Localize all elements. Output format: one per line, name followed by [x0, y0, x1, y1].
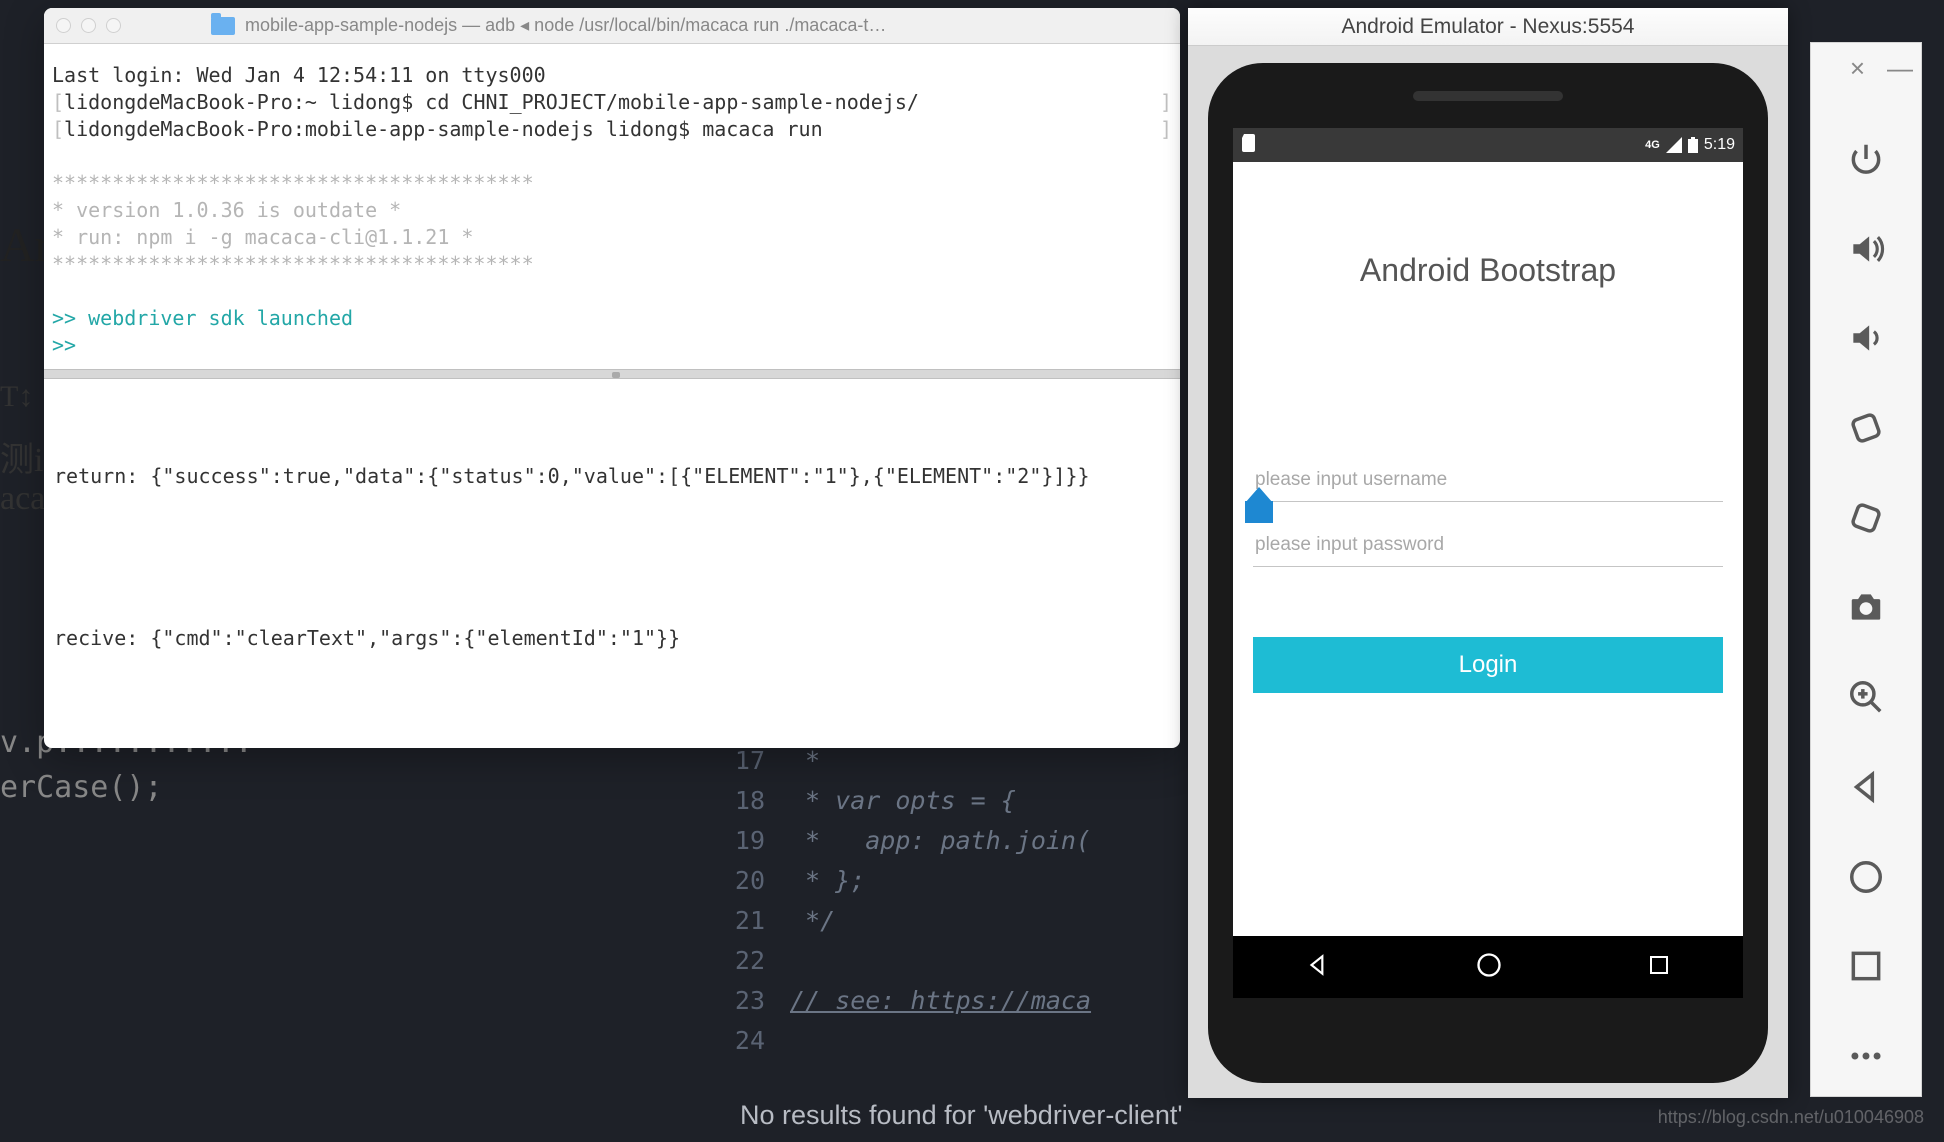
minimize-button[interactable]: [81, 18, 96, 33]
volume-up-icon[interactable]: [1843, 229, 1889, 269]
line-number: 18: [720, 786, 790, 815]
code-line: * var opts = {: [790, 786, 1016, 815]
battery-icon: [1688, 137, 1698, 153]
code-line: // see: https://maca: [790, 986, 1091, 1015]
emulator-toolbar: × —: [1810, 42, 1922, 1097]
emulator-title: Android Emulator - Nexus:5554: [1342, 15, 1635, 39]
bg-text: T↕: [0, 380, 33, 414]
terminal-line: [lidongdeMacBook-Pro:mobile-app-sample-n…: [52, 116, 1172, 143]
emu-home-icon[interactable]: [1843, 857, 1889, 897]
line-number: 24: [720, 1026, 790, 1055]
terminal-line: Last login: Wed Jan 4 12:54:11 on ttys00…: [52, 62, 1172, 89]
terminal-line: ****************************************: [52, 251, 1172, 278]
emulator-window: Android Emulator - Nexus:5554 4G 5:19 An…: [1188, 8, 1788, 1098]
text-cursor-handle[interactable]: [1245, 487, 1277, 527]
maximize-button[interactable]: [106, 18, 121, 33]
network-icon: 4G: [1645, 139, 1660, 151]
app-title: Android Bootstrap: [1253, 252, 1723, 289]
recents-button[interactable]: [1647, 953, 1671, 982]
terminal-pane-bottom[interactable]: return: {"success":true,"data":{"status"…: [44, 379, 1180, 748]
emulator-titlebar[interactable]: Android Emulator - Nexus:5554: [1188, 8, 1788, 46]
phone-speaker: [1413, 91, 1563, 101]
rotate-right-icon[interactable]: [1843, 498, 1889, 538]
close-icon[interactable]: ×: [1850, 53, 1865, 84]
android-status-bar: 4G 5:19: [1233, 128, 1743, 162]
zoom-icon[interactable]: [1843, 677, 1889, 717]
terminal-title: mobile-app-sample-nodejs — adb ◂ node /u…: [245, 15, 886, 36]
code-line: */: [790, 906, 835, 935]
code-editor: 17 * 18 * var opts = { 19 * app: path.jo…: [720, 740, 1200, 1090]
terminal-line: >> webdriver sdk launched: [52, 305, 1172, 332]
line-number: 22: [720, 946, 790, 975]
bg-code: erCase();: [0, 770, 163, 805]
terminal-line: [lidongdeMacBook-Pro:~ lidong$ cd CHNI_P…: [52, 89, 1172, 116]
minimize-icon[interactable]: —: [1887, 53, 1913, 84]
code-line: * app: path.join(: [790, 826, 1091, 855]
bg-text: aca: [0, 480, 45, 518]
line-number: 20: [720, 866, 790, 895]
back-button[interactable]: [1305, 952, 1331, 983]
terminal-line: return: {"success":true,"data":{"status"…: [54, 463, 1170, 490]
line-number: 21: [720, 906, 790, 935]
terminal-line: recive: {"cmd":"clearText","args":{"elem…: [54, 625, 1170, 652]
volume-down-icon[interactable]: [1843, 318, 1889, 358]
search-no-results: No results found for 'webdriver-client': [740, 1100, 1183, 1131]
traffic-lights: [56, 18, 121, 33]
line-number: 17: [720, 746, 790, 775]
terminal-pane-top[interactable]: Last login: Wed Jan 4 12:54:11 on ttys00…: [44, 44, 1180, 369]
pane-divider[interactable]: [44, 369, 1180, 379]
code-line: *: [790, 746, 820, 775]
terminal-prompt: >>: [52, 332, 1172, 359]
username-input[interactable]: [1253, 459, 1723, 502]
app-content: Android Bootstrap Login: [1233, 162, 1743, 693]
emu-back-icon[interactable]: [1843, 767, 1889, 807]
more-icon[interactable]: [1843, 1036, 1889, 1076]
password-input[interactable]: [1253, 524, 1723, 567]
camera-icon[interactable]: [1843, 588, 1889, 628]
close-button[interactable]: [56, 18, 71, 33]
terminal-line: ****************************************: [52, 170, 1172, 197]
terminal-line: * run: npm i -g macaca-cli@1.1.21 *: [52, 224, 1172, 251]
android-nav-bar: [1233, 936, 1743, 998]
bg-text: 测i: [0, 432, 43, 481]
phone-frame: 4G 5:19 Android Bootstrap Login: [1208, 63, 1768, 1083]
sdcard-icon: [1241, 134, 1256, 157]
signal-icon: [1666, 137, 1682, 153]
line-number: 19: [720, 826, 790, 855]
watermark: https://blog.csdn.net/u010046908: [1658, 1107, 1924, 1128]
terminal-titlebar[interactable]: mobile-app-sample-nodejs — adb ◂ node /u…: [44, 8, 1180, 44]
status-time: 5:19: [1704, 136, 1735, 154]
rotate-left-icon[interactable]: [1843, 408, 1889, 448]
phone-screen[interactable]: 4G 5:19 Android Bootstrap Login: [1233, 128, 1743, 998]
terminal-window: mobile-app-sample-nodejs — adb ◂ node /u…: [44, 8, 1180, 748]
line-number: 23: [720, 986, 790, 1015]
terminal-line: * version 1.0.36 is outdate *: [52, 197, 1172, 224]
home-button[interactable]: [1475, 951, 1503, 984]
folder-icon: [211, 17, 235, 35]
code-line: * };: [790, 866, 865, 895]
emu-recents-icon[interactable]: [1843, 947, 1889, 987]
login-button[interactable]: Login: [1253, 637, 1723, 693]
power-icon[interactable]: [1843, 139, 1889, 179]
